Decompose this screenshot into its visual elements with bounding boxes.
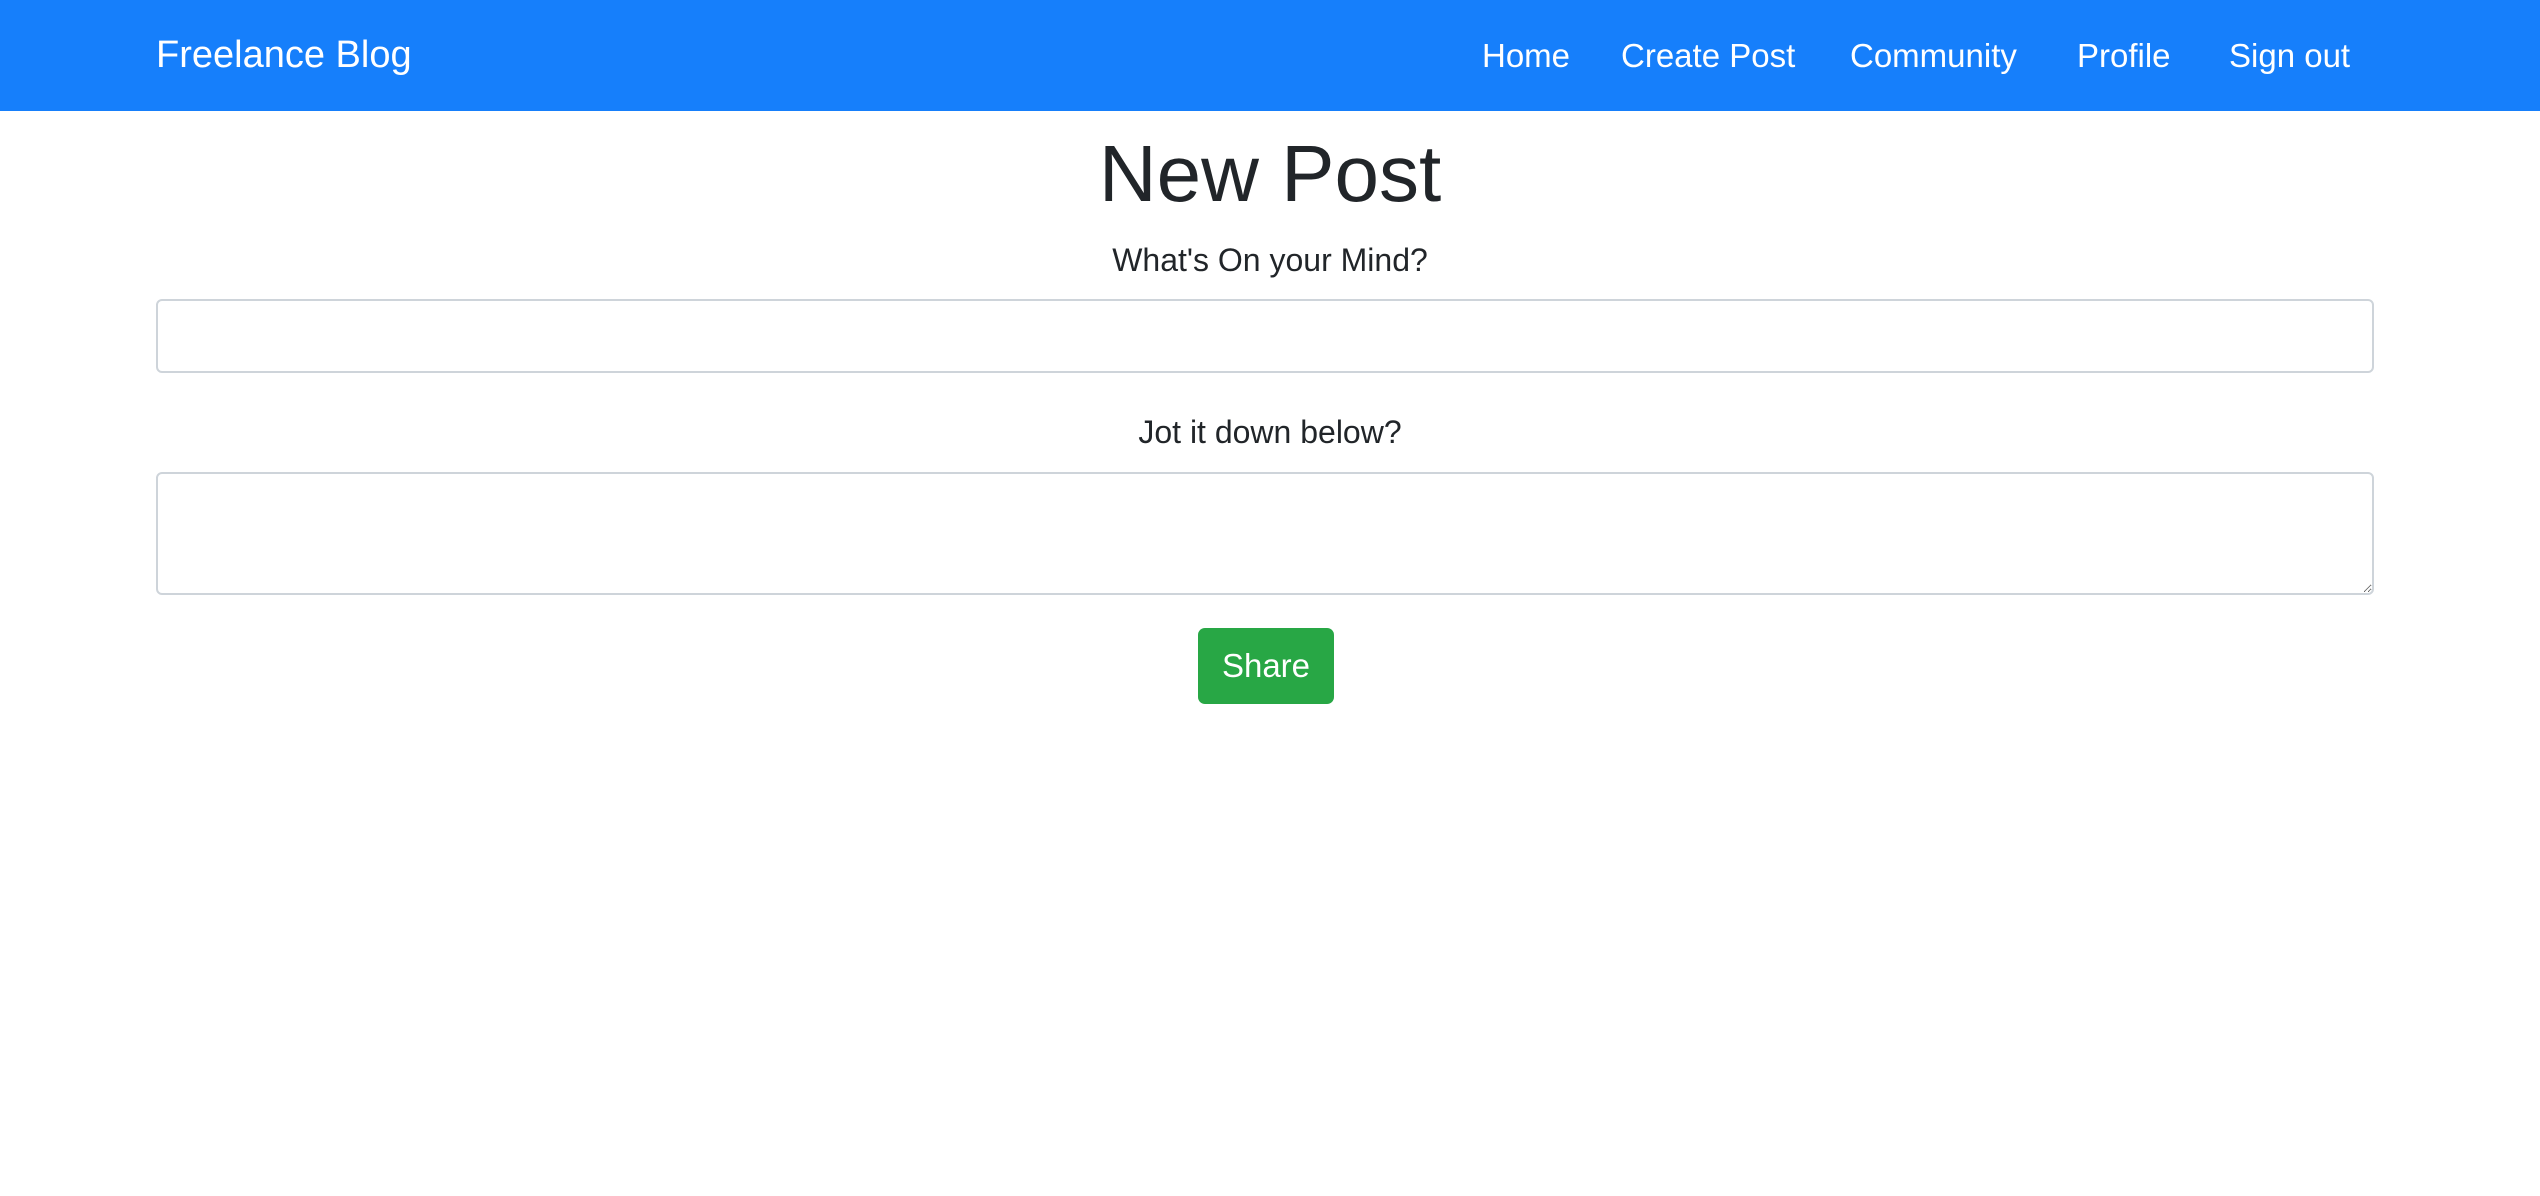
post-body-label: Jot it down below? [1138,414,1402,450]
share-button[interactable]: Share [1198,628,1334,704]
nav-link-sign-out[interactable]: Sign out [2229,0,2350,111]
brand-link[interactable]: Freelance Blog [156,0,412,111]
nav-link-home[interactable]: Home [1482,0,1570,111]
post-title-input[interactable] [156,299,2374,373]
page-title: New Post [1098,129,1442,218]
nav-link-profile[interactable]: Profile [2077,0,2171,111]
nav-link-create-post[interactable]: Create Post [1621,0,1795,111]
post-title-label: What's On your Mind? [1112,242,1428,278]
top-navbar: Freelance Blog Home Create Post Communit… [0,0,2540,111]
post-body-textarea[interactable] [156,472,2374,595]
nav-link-community[interactable]: Community [1850,0,2017,111]
